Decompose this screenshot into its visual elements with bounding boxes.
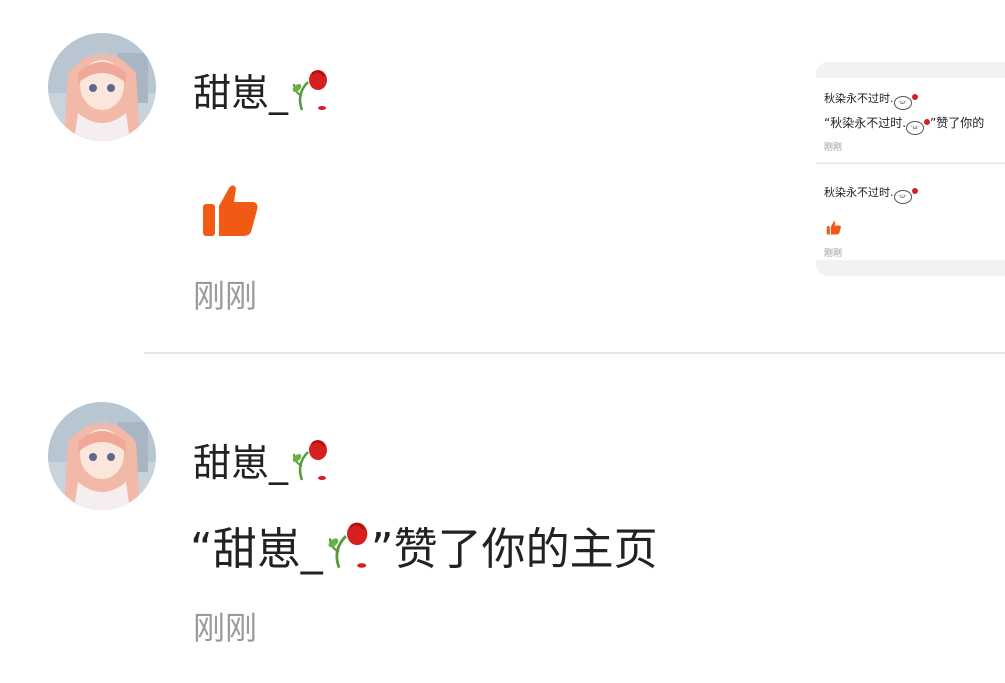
user-name[interactable]: 甜崽_	[193, 436, 330, 492]
preview-user-name: 秋染永不过时. ·ω·	[824, 90, 918, 110]
wilted-rose-icon	[288, 66, 330, 122]
timestamp: 刚刚	[193, 277, 258, 315]
preview-card[interactable]: 秋染永不过时. ·ω· “秋染永不过时. ·ω· ”赞了你的 刚刚	[816, 78, 1005, 162]
avatar[interactable]	[48, 402, 156, 510]
face-icon: ·ω·	[906, 121, 925, 135]
wilted-rose-icon	[323, 518, 371, 584]
avatar[interactable]	[48, 33, 156, 141]
face-icon: ·ω·	[893, 96, 912, 110]
rose-icon	[911, 94, 918, 100]
face-icon: ·ω·	[893, 190, 912, 204]
preview-user-name: 秋染永不过时. ·ω·	[824, 184, 918, 204]
thumbs-up-icon	[203, 184, 259, 242]
rose-icon	[911, 188, 918, 194]
wilted-rose-icon	[288, 436, 330, 492]
preview-timestamp: 刚刚	[824, 143, 843, 153]
notification-message: “甜崽_ ”赞了你的主页	[190, 518, 658, 584]
timestamp: 刚刚	[193, 609, 258, 647]
user-name[interactable]: 甜崽_	[193, 66, 330, 122]
divider	[144, 352, 1005, 354]
preview-card[interactable]: 秋染永不过时. ·ω· 刚刚	[816, 164, 1005, 260]
preview-message: “秋染永不过时. ·ω· ”赞了你的	[824, 114, 984, 135]
preview-panel[interactable]: 秋染永不过时. ·ω· “秋染永不过时. ·ω· ”赞了你的 刚刚 秋染永不过时. ·ω…	[816, 62, 1005, 276]
thumbs-up-icon	[826, 220, 842, 239]
preview-timestamp: 刚刚	[824, 249, 843, 259]
